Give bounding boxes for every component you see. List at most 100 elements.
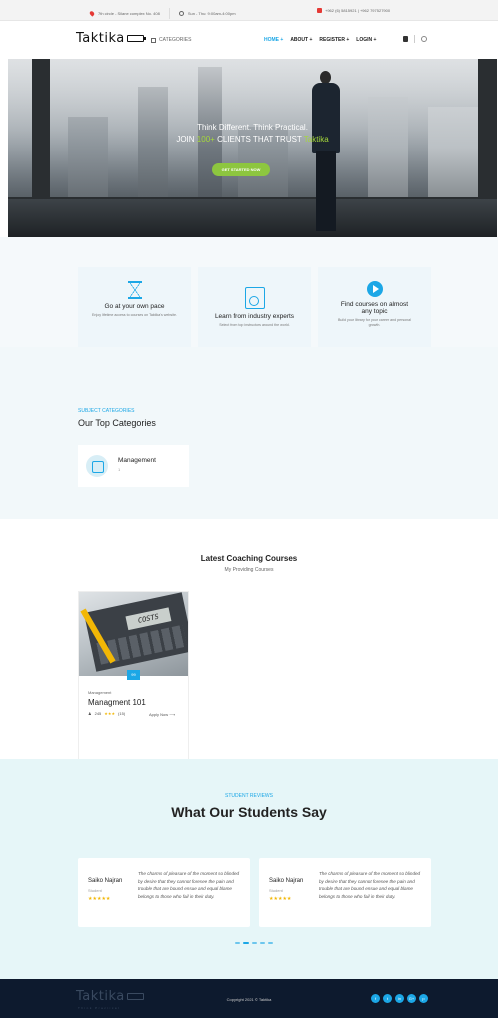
location-pin-icon: [88, 10, 96, 17]
play-icon: [366, 281, 383, 297]
student-count: 245: [94, 711, 102, 716]
headline-number: 100+: [196, 135, 215, 144]
category-name: Management: [118, 457, 156, 464]
hourglass-glass: [129, 283, 140, 297]
feature-desc: Select from top instructors around the w…: [219, 323, 290, 327]
review-card: Saiko Najran Student ★★★★★ The charms of…: [259, 858, 431, 927]
apply-now-link[interactable]: Apply Now ⟶: [149, 712, 175, 717]
carousel-dot[interactable]: [252, 942, 257, 944]
site-footer: Taktika Think Practical Copyright 2021 ©…: [0, 979, 498, 1018]
course-name[interactable]: Managment 101: [88, 698, 146, 707]
address-text: 7th circle - Silane complex No. 408: [98, 11, 160, 16]
grid-icon: [151, 37, 156, 43]
apply-label: Apply Now: [149, 712, 169, 717]
hero-tagline: Think Different. Think Practical.: [197, 123, 308, 132]
categories-menu[interactable]: CATEGORIES: [151, 37, 191, 43]
search-icon[interactable]: [421, 36, 427, 42]
categories-section: SUBJECT CATEGORIES Our Top Categories Ma…: [0, 347, 498, 519]
phone-icon: [317, 8, 322, 13]
section-title: Latest Coaching Courses: [200, 554, 298, 563]
footer-tagline: Think Practical: [78, 1006, 121, 1010]
star-rating-icon: ★★★★★: [269, 896, 292, 902]
battery-icon: [126, 35, 146, 42]
category-count: 1: [118, 467, 121, 472]
reviewer-name: Saiko Najran: [269, 878, 304, 884]
figure-legs: [316, 151, 336, 231]
user-icon: ♟: [88, 711, 92, 716]
feature-card: Find courses on almost any topic Build y…: [318, 267, 431, 353]
section-subtitle: STUDENT REVIEWS: [225, 793, 273, 799]
main-nav: HOME + ABOUT + REGISTER + LOGIN +: [264, 37, 376, 43]
feature-title: Find courses on almost any topic: [340, 301, 409, 315]
reviewer-role: Student: [269, 888, 283, 893]
pinterest-icon[interactable]: p: [419, 994, 428, 1003]
calculator-screen: COSTS: [125, 607, 172, 631]
nav-login[interactable]: LOGIN +: [356, 37, 376, 43]
star-rating-icon: ★★★: [104, 711, 116, 716]
top-bar: 7th circle - Silane complex No. 408 Sun …: [0, 0, 498, 21]
facebook-icon[interactable]: f: [371, 994, 380, 1003]
feature-desc: Build your library for your career and p…: [338, 318, 411, 327]
star-rating-icon: ★★★★★: [88, 896, 111, 902]
floor: [8, 199, 497, 237]
report-chart-icon: [244, 287, 265, 309]
nav-register[interactable]: REGISTER +: [319, 37, 349, 43]
divider: [414, 35, 415, 43]
headline-part: CLIENTS THAT TRUST: [217, 135, 302, 144]
social-links: f t in G+ p: [371, 994, 428, 1003]
site-header: Taktika CATEGORIES HOME + ABOUT + REGIST…: [0, 21, 498, 59]
reviewer-role: Student: [88, 888, 102, 893]
courses-section: Latest Coaching Courses My Providing Cou…: [0, 519, 498, 763]
rating-count: (15): [118, 711, 126, 716]
feature-title: Learn from industry experts: [214, 313, 295, 320]
feature-title: Go at your own pace: [104, 303, 165, 310]
clock-icon: [178, 11, 184, 16]
carousel-dot[interactable]: [243, 942, 249, 944]
section-title: Our Top Categories: [78, 418, 156, 428]
businessman-figure: [308, 71, 344, 231]
carousel-dots: [235, 942, 273, 944]
category-card[interactable]: Management 1: [78, 445, 189, 487]
headline-brand: Taktika: [303, 135, 329, 144]
headline-part: JOIN: [176, 135, 195, 144]
features-section: Go at your own pace Enjoy lifetime acces…: [0, 237, 498, 353]
google-plus-icon[interactable]: G+: [407, 994, 416, 1003]
logo-text: Taktika: [76, 31, 125, 46]
get-started-button[interactable]: GET STARTED NOW: [212, 163, 270, 176]
reviewer-name: Saiko Najran: [88, 878, 123, 884]
nav-about[interactable]: ABOUT +: [290, 37, 312, 43]
course-card[interactable]: COSTS 99 Management Managment 101 ♟ 245 …: [78, 591, 189, 763]
section-subtitle: My Providing Courses: [224, 567, 274, 573]
arrow-right-icon: ⟶: [169, 712, 175, 717]
site-logo[interactable]: Taktika: [76, 31, 146, 46]
header-icons: [403, 35, 427, 43]
section-title: What Our Students Say: [171, 804, 327, 820]
course-category: Management: [88, 690, 112, 695]
feature-card: Learn from industry experts Select from …: [198, 267, 311, 353]
review-quote: The charms of pleasure of the moment so …: [138, 871, 240, 899]
carousel-dot[interactable]: [260, 942, 265, 944]
top-bar-left: 7th circle - Silane complex No. 408 Sun …: [88, 8, 236, 19]
categories-label: CATEGORIES: [159, 37, 192, 43]
review-quote: The charms of pleasure of the moment so …: [319, 871, 421, 899]
course-badge: 99: [127, 670, 140, 680]
hero-banner: Think Different. Think Practical. JOIN 1…: [8, 59, 497, 237]
review-card: Saiko Najran Student ★★★★★ The charms of…: [78, 858, 250, 927]
section-subtitle: SUBJECT CATEGORIES: [78, 408, 135, 414]
hours-text: Sun - Thu: 9:00am-4:00pm: [187, 11, 236, 16]
top-bar-right: +962 (6) 5815921 | +962 797527900: [317, 8, 390, 13]
category-icon: [86, 455, 108, 477]
course-meta: ♟ 245 ★★★ (15): [88, 711, 125, 716]
divider: [168, 8, 170, 19]
carousel-dot[interactable]: [235, 942, 240, 944]
linkedin-icon[interactable]: in: [395, 994, 404, 1003]
carousel-dot[interactable]: [268, 942, 273, 944]
twitter-icon[interactable]: t: [383, 994, 392, 1003]
feature-card: Go at your own pace Enjoy lifetime acces…: [78, 267, 191, 353]
course-image[interactable]: COSTS: [79, 592, 188, 676]
phone-text[interactable]: +962 (6) 5815921 | +962 797527900: [325, 8, 390, 13]
hero-headline: JOIN 100+ CLIENTS THAT TRUST Taktika: [8, 135, 497, 144]
nav-home[interactable]: HOME +: [264, 37, 283, 43]
reviews-section: STUDENT REVIEWS What Our Students Say Sa…: [0, 759, 498, 979]
cart-icon[interactable]: [403, 36, 408, 42]
